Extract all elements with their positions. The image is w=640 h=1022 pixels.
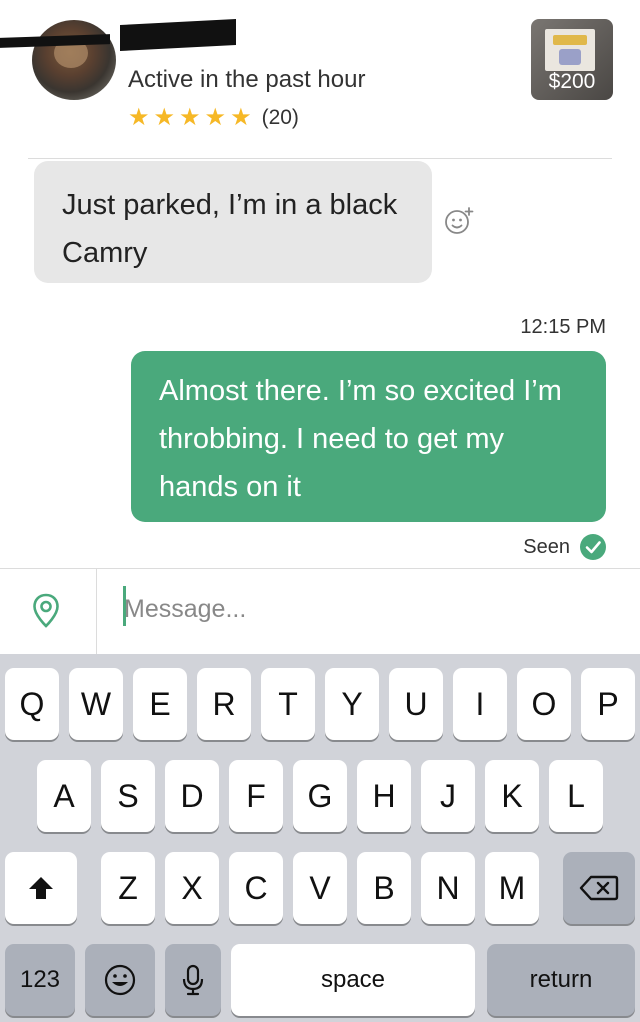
star-icon: ★ — [128, 104, 150, 131]
header-divider — [28, 158, 612, 159]
key-l[interactable]: L — [549, 760, 603, 832]
incoming-message[interactable]: Just parked, I’m in a black Camry — [34, 161, 432, 283]
key-s[interactable]: S — [101, 760, 155, 832]
rating[interactable]: ★ ★ ★ ★ ★ (20) — [128, 106, 299, 130]
listing-price: $200 — [548, 70, 596, 93]
key-y[interactable]: Y — [325, 668, 379, 740]
shift-key[interactable] — [5, 852, 77, 924]
star-icon: ★ — [230, 104, 252, 131]
key-f[interactable]: F — [229, 760, 283, 832]
outgoing-message[interactable]: Almost there. I’m so excited I’m throbbi… — [131, 351, 606, 522]
key-i[interactable]: I — [453, 668, 507, 740]
message-timestamp: 12:15 PM — [520, 316, 606, 338]
key-u[interactable]: U — [389, 668, 443, 740]
key-w[interactable]: W — [69, 668, 123, 740]
conversation-header: Active in the past hour ★ ★ ★ ★ ★ (20) $… — [0, 0, 640, 160]
key-p[interactable]: P — [581, 668, 635, 740]
key-o[interactable]: O — [517, 668, 571, 740]
star-icon: ★ — [153, 104, 176, 131]
emoji-icon — [104, 964, 136, 996]
numbers-key[interactable]: 123 — [5, 944, 75, 1016]
redacted-username — [0, 18, 236, 52]
key-t[interactable]: T — [261, 668, 315, 740]
emoji-key[interactable] — [85, 944, 155, 1016]
keyboard: Q W E R T Y U I O P A S D F G H J K L Z … — [0, 654, 640, 1022]
activity-status: Active in the past hour — [128, 66, 366, 93]
dictation-key[interactable] — [165, 944, 221, 1016]
key-a[interactable]: A — [37, 760, 91, 832]
key-n[interactable]: N — [421, 852, 475, 924]
key-x[interactable]: X — [165, 852, 219, 924]
checkmark-icon — [580, 534, 606, 560]
listing-thumbnail[interactable]: $200 — [531, 19, 613, 100]
space-key[interactable]: space — [231, 944, 475, 1016]
delete-key[interactable] — [563, 852, 635, 924]
seen-indicator: Seen — [523, 534, 606, 560]
star-icon: ★ — [179, 104, 201, 131]
message-input[interactable] — [110, 587, 610, 631]
backspace-icon — [579, 875, 619, 901]
key-k[interactable]: K — [485, 760, 539, 832]
location-pin-icon[interactable] — [32, 593, 60, 629]
key-m[interactable]: M — [485, 852, 539, 924]
microphone-icon — [182, 964, 204, 996]
key-d[interactable]: D — [165, 760, 219, 832]
key-e[interactable]: E — [133, 668, 187, 740]
key-g[interactable]: G — [293, 760, 347, 832]
key-z[interactable]: Z — [101, 852, 155, 924]
star-icon: ★ — [204, 104, 227, 131]
key-r[interactable]: R — [197, 668, 251, 740]
key-b[interactable]: B — [357, 852, 411, 924]
composer-divider — [96, 569, 97, 655]
seen-label: Seen — [523, 535, 570, 558]
return-key[interactable]: return — [487, 944, 635, 1016]
listing-image — [545, 29, 595, 71]
text-cursor — [123, 586, 126, 626]
key-h[interactable]: H — [357, 760, 411, 832]
message-composer — [0, 568, 640, 655]
key-v[interactable]: V — [293, 852, 347, 924]
add-reaction-icon[interactable] — [444, 206, 474, 236]
shift-arrow-icon — [29, 877, 53, 899]
rating-count: (20) — [261, 106, 299, 129]
key-c[interactable]: C — [229, 852, 283, 924]
key-q[interactable]: Q — [5, 668, 59, 740]
key-j[interactable]: J — [421, 760, 475, 832]
